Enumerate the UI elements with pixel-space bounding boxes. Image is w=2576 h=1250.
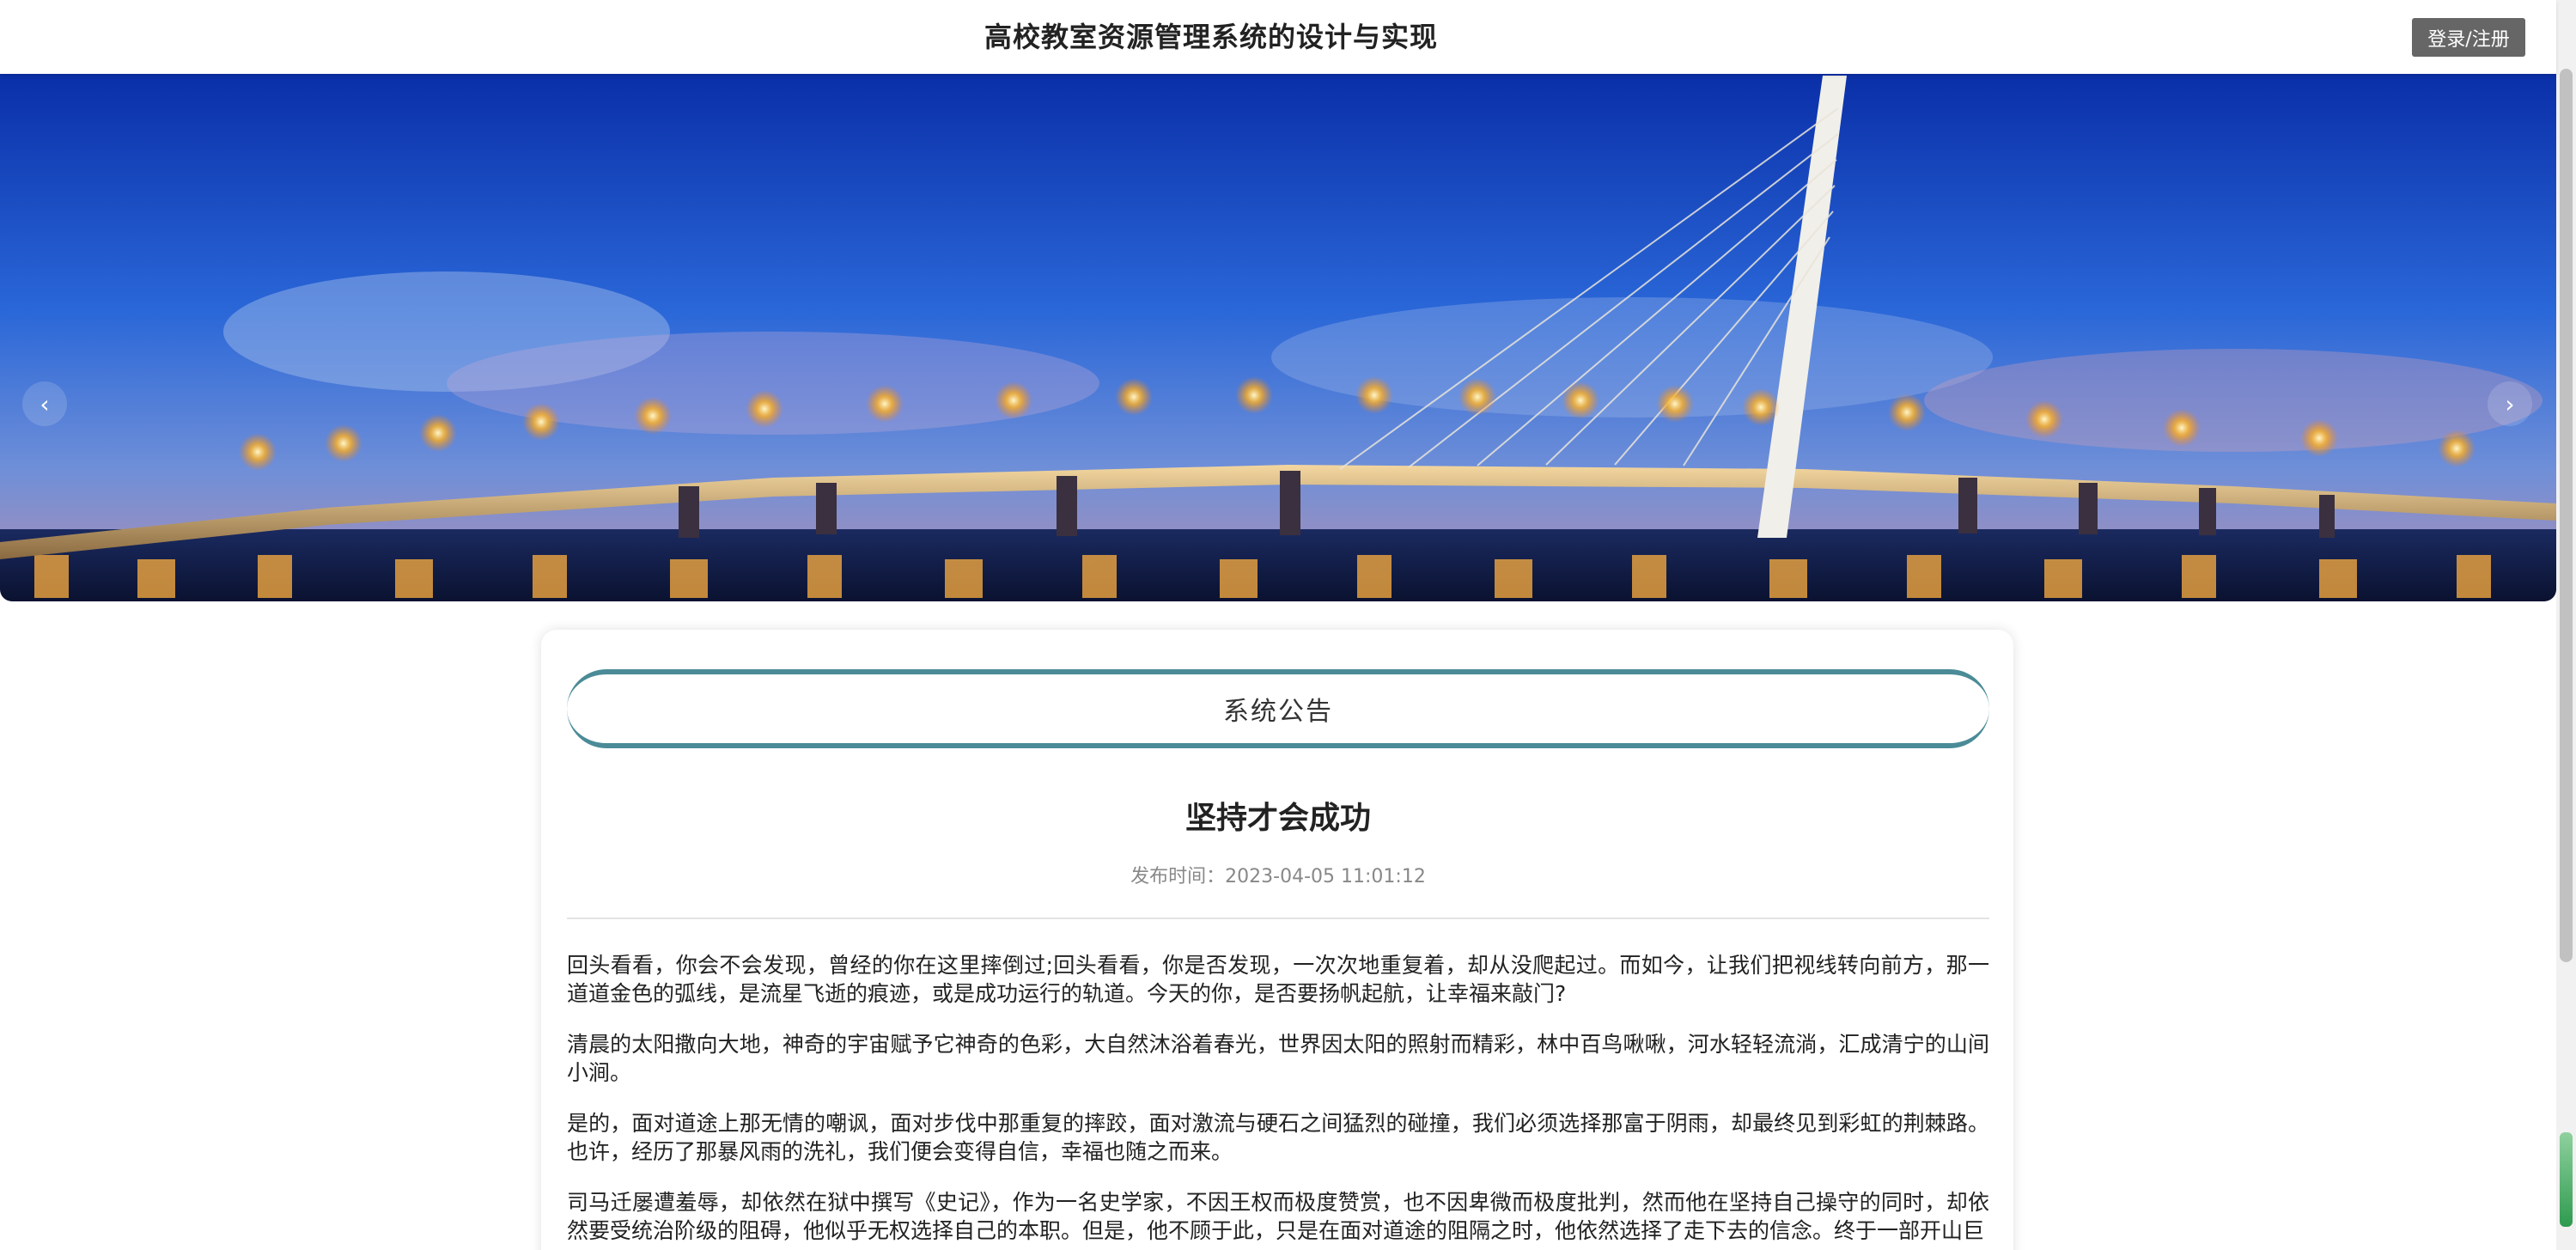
- page: 高校教室资源管理系统的设计与实现 登录/注册 ‹ › 系统公告 坚持才会成功 发…: [0, 0, 2576, 1250]
- carousel-next-icon[interactable]: ›: [2488, 381, 2532, 426]
- notice-section-header: 系统公告: [567, 669, 1989, 748]
- article-publish-time: 发布时间：2023-04-05 11:01:12: [1130, 866, 1426, 887]
- article-paragraph: 司马迁屡遭羞辱，却依然在狱中撰写《史记》，作为一名史学家，不因王权而极度赞赏，也…: [567, 1190, 1989, 1243]
- bridge-night-image: [0, 74, 2556, 601]
- scrollbar-thumb[interactable]: [2560, 69, 2573, 962]
- top-header: 高校教室资源管理系统的设计与实现 登录/注册: [0, 0, 2556, 74]
- site-title: 高校教室资源管理系统的设计与实现: [984, 21, 1438, 53]
- banner-carousel: ‹ ›: [0, 74, 2556, 601]
- notice-card: 系统公告 坚持才会成功 发布时间：2023-04-05 11:01:12 回头看…: [541, 630, 2013, 1250]
- scroll-indicator: [2560, 1132, 2573, 1227]
- login-register-button[interactable]: 登录/注册: [2412, 18, 2525, 57]
- article-paragraph: 清晨的太阳撒向大地，神奇的宇宙赋予它神奇的色彩，大自然沐浴着春光，世界因太阳的照…: [567, 1032, 1989, 1085]
- article-paragraph: 是的，面对道途上那无情的嘲讽，面对步伐中那重复的摔跤，面对激流与硬石之间猛烈的碰…: [567, 1111, 1989, 1164]
- article-body: 回头看看，你会不会发现，曾经的你在这里摔倒过;回头看看，你是否发现，一次次地重复…: [567, 951, 1989, 1250]
- article-title: 坚持才会成功: [1184, 801, 1371, 836]
- article-paragraph: 回头看看，你会不会发现，曾经的你在这里摔倒过;回头看看，你是否发现，一次次地重复…: [567, 953, 1989, 1006]
- notice-section-title: 系统公告: [1223, 697, 1333, 727]
- divider: [567, 918, 1989, 919]
- carousel-prev-icon[interactable]: ‹: [22, 381, 67, 426]
- page-scrollbar[interactable]: [2556, 0, 2576, 1250]
